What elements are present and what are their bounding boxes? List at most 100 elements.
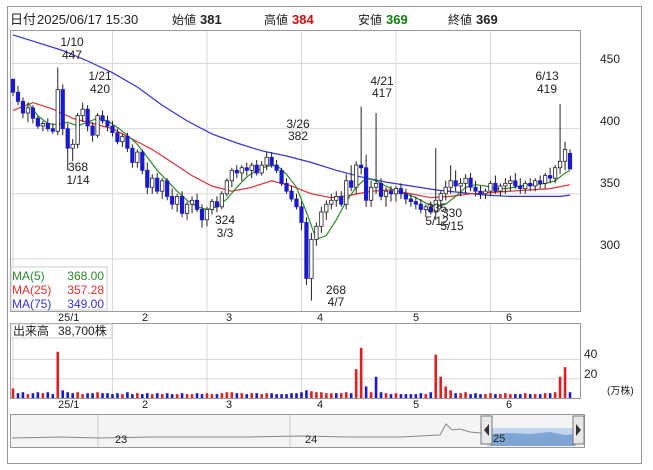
ma75-value: 349.00: [67, 297, 104, 311]
candle-body: [478, 190, 483, 195]
volume-bar: [374, 376, 378, 398]
price-tick-label: 400: [600, 114, 620, 128]
annotation-value: 447: [62, 48, 82, 62]
candle-body: [349, 180, 354, 188]
candle-body: [50, 128, 55, 132]
navigator-right-handle[interactable]: [572, 415, 585, 445]
price-tick-label: 350: [600, 176, 620, 190]
candle-body: [538, 180, 543, 184]
volume-bar: [543, 393, 547, 398]
candle-body: [562, 149, 568, 162]
candle-body: [219, 193, 224, 208]
volume-bar: [41, 393, 45, 398]
volume-bar: [514, 394, 517, 398]
annotation-date: 1/14: [66, 173, 90, 187]
volume-bar: [185, 394, 189, 398]
volume-bar: [121, 394, 124, 398]
volume-bar: [116, 393, 119, 398]
candle-body: [378, 182, 384, 197]
annotation-value: 368: [68, 160, 88, 174]
volume-bar: [230, 392, 234, 398]
volume-bar: [563, 367, 567, 398]
candle-body: [179, 195, 185, 214]
volume-bar: [170, 394, 174, 398]
volume-bar: [439, 376, 443, 398]
volume-bar: [558, 376, 562, 398]
volume-bar: [26, 394, 30, 398]
candle-body: [170, 195, 175, 205]
candle-body: [45, 123, 50, 130]
volume-bar: [334, 393, 338, 398]
volume-bar: [126, 392, 129, 398]
candle-body: [304, 222, 309, 279]
volume-bar: [494, 394, 497, 398]
candle-body: [234, 169, 239, 174]
volume-bar: [533, 394, 537, 398]
range-navigator[interactable]: 23 24 25: [10, 414, 585, 448]
candle-body: [388, 190, 394, 195]
volume-bar: [131, 394, 134, 398]
candle-body: [309, 238, 314, 279]
low-value: 369: [386, 12, 408, 27]
volume-bar: [71, 393, 74, 398]
candle-body: [299, 206, 304, 223]
month-label: 5: [413, 312, 419, 324]
candle-body: [398, 188, 404, 195]
month-label: 25/1: [58, 399, 79, 411]
volume-bar: [101, 393, 104, 398]
candle-body: [80, 108, 85, 117]
candle-body: [214, 201, 220, 208]
annotation-date: 3/3: [217, 226, 234, 240]
navigator-left-handle[interactable]: [480, 415, 493, 445]
annotation-value: 330: [442, 206, 462, 220]
volume-bar: [548, 393, 552, 398]
candle-body: [557, 160, 563, 169]
volume-bar: [315, 392, 318, 398]
volume-bar: [235, 393, 239, 398]
candle-body: [443, 186, 448, 195]
ma5-value: 368.00: [67, 269, 104, 283]
annotation-value: 420: [90, 82, 110, 96]
volume-bar: [364, 386, 368, 398]
navigator-year-label: 23: [115, 434, 127, 446]
low-label: 安値: [358, 12, 382, 27]
volume-bar: [509, 394, 512, 398]
volume-bar: [414, 394, 418, 398]
candle-body: [508, 180, 513, 184]
close-value: 369: [476, 12, 498, 27]
month-label: 2: [142, 312, 148, 324]
volume-bar: [449, 390, 452, 398]
high-label: 高値: [264, 12, 288, 27]
volume-tick-label: 20: [584, 367, 598, 381]
candle-body: [483, 190, 488, 195]
volume-bar: [409, 394, 413, 398]
volume-bar: [81, 394, 84, 398]
candle-body: [194, 199, 200, 210]
ma5-label: MA(5): [12, 269, 45, 283]
ma-legend: MA(5) 368.00 MA(25) 357.28 MA(75) 349.00: [10, 266, 108, 311]
candle-body: [15, 91, 21, 102]
volume-bar: [165, 393, 169, 398]
candle-body: [279, 169, 284, 184]
candle-body: [463, 177, 468, 184]
candle-body: [160, 180, 165, 192]
stock-chart: 日付 2025/06/17 15:30 始値 381 高値 384 安値 369…: [0, 0, 653, 470]
candle-body: [40, 123, 45, 127]
ma75-label: MA(75): [12, 297, 51, 311]
candle-body: [55, 89, 60, 132]
volume-label: 出来高: [13, 323, 49, 338]
open-label: 始値: [172, 12, 196, 27]
month-label: 2: [142, 399, 148, 411]
volume-bar: [220, 393, 224, 398]
volume-bar: [215, 394, 219, 398]
candle-body: [548, 175, 553, 179]
candle-body: [418, 203, 423, 210]
candle-body: [528, 182, 533, 187]
candle-body: [165, 180, 170, 197]
candle-body: [329, 199, 334, 205]
annotation-date: 1/10: [60, 35, 84, 49]
volume-bar: [255, 393, 258, 398]
candle-body: [284, 182, 289, 192]
volume-bar: [56, 351, 60, 398]
volume-bar: [86, 393, 89, 398]
